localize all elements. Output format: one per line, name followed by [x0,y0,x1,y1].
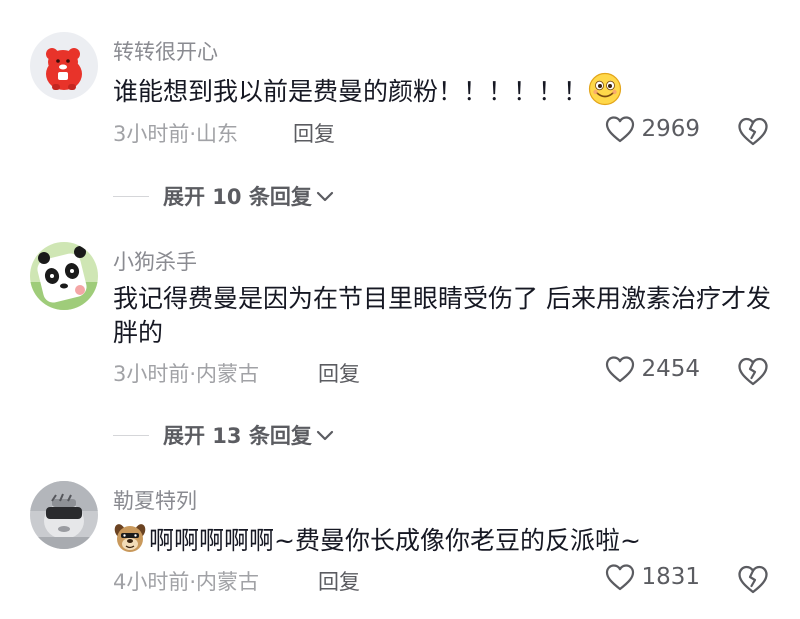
chevron-down-icon [316,430,333,441]
comment-text-content: 啊啊啊啊啊~费曼你长成像你老豆的反派啦~ [149,526,641,555]
chevron-down-icon [316,191,333,202]
like-count: 2969 [641,116,700,142]
expand-replies-label: 展开 13 条回复 [163,424,312,448]
avatar[interactable] [30,481,98,549]
heart-icon [606,116,635,143]
expand-replies-button[interactable]: 展开 13 条回复 [113,420,334,450]
heart-icon [606,564,635,591]
dislike-button[interactable] [737,116,769,146]
avatar[interactable] [30,32,98,100]
comment-text: 我记得费曼是因为在节目里眼睛受伤了 后来用激素治疗才发胖的 [113,282,773,350]
dislike-button[interactable] [737,564,769,594]
dislike-button[interactable] [737,356,769,386]
expand-replies-button[interactable]: 展开 10 条回复 [113,181,334,211]
panda-avatar-icon [30,242,98,310]
dog-face-icon [113,521,147,555]
divider-line [113,434,149,436]
like-count: 2454 [641,356,700,382]
reply-button[interactable]: 回复 [293,118,335,148]
like-button[interactable]: 1831 [605,563,700,591]
reply-button[interactable]: 回复 [318,566,360,596]
comment-meta: 3小时前·山东 [113,122,239,146]
red-bear-avatar-icon [30,32,98,100]
smiley-face-icon [588,72,622,106]
comment-text: 啊啊啊啊啊~费曼你长成像你老豆的反派啦~ [113,521,773,558]
comment-username[interactable]: 勒夏特列 [113,485,197,515]
gray-photo-avatar-icon [30,481,98,549]
comment-meta: 4小时前·内蒙古 [113,570,260,594]
comment-username[interactable]: 小狗杀手 [113,246,197,276]
broken-heart-icon [738,357,768,386]
heart-icon [606,356,635,383]
comment-username[interactable]: 转转很开心 [113,36,218,66]
expand-replies-label: 展开 10 条回复 [163,185,312,209]
comment-meta: 3小时前·内蒙古 [113,362,260,386]
broken-heart-icon [738,117,768,146]
broken-heart-icon [738,565,768,594]
divider-line [113,195,149,197]
comment-text-content: 我记得费曼是因为在节目里眼睛受伤了 后来用激素治疗才发胖的 [113,284,771,347]
like-button[interactable]: 2969 [605,115,700,143]
like-count: 1831 [641,564,700,590]
comment-text-content: 谁能想到我以前是费曼的颜粉！！！！！！ [113,77,589,106]
reply-button[interactable]: 回复 [318,358,360,388]
like-button[interactable]: 2454 [605,355,700,383]
comment-text: 谁能想到我以前是费曼的颜粉！！！！！！ [113,72,773,109]
avatar[interactable] [30,242,98,310]
